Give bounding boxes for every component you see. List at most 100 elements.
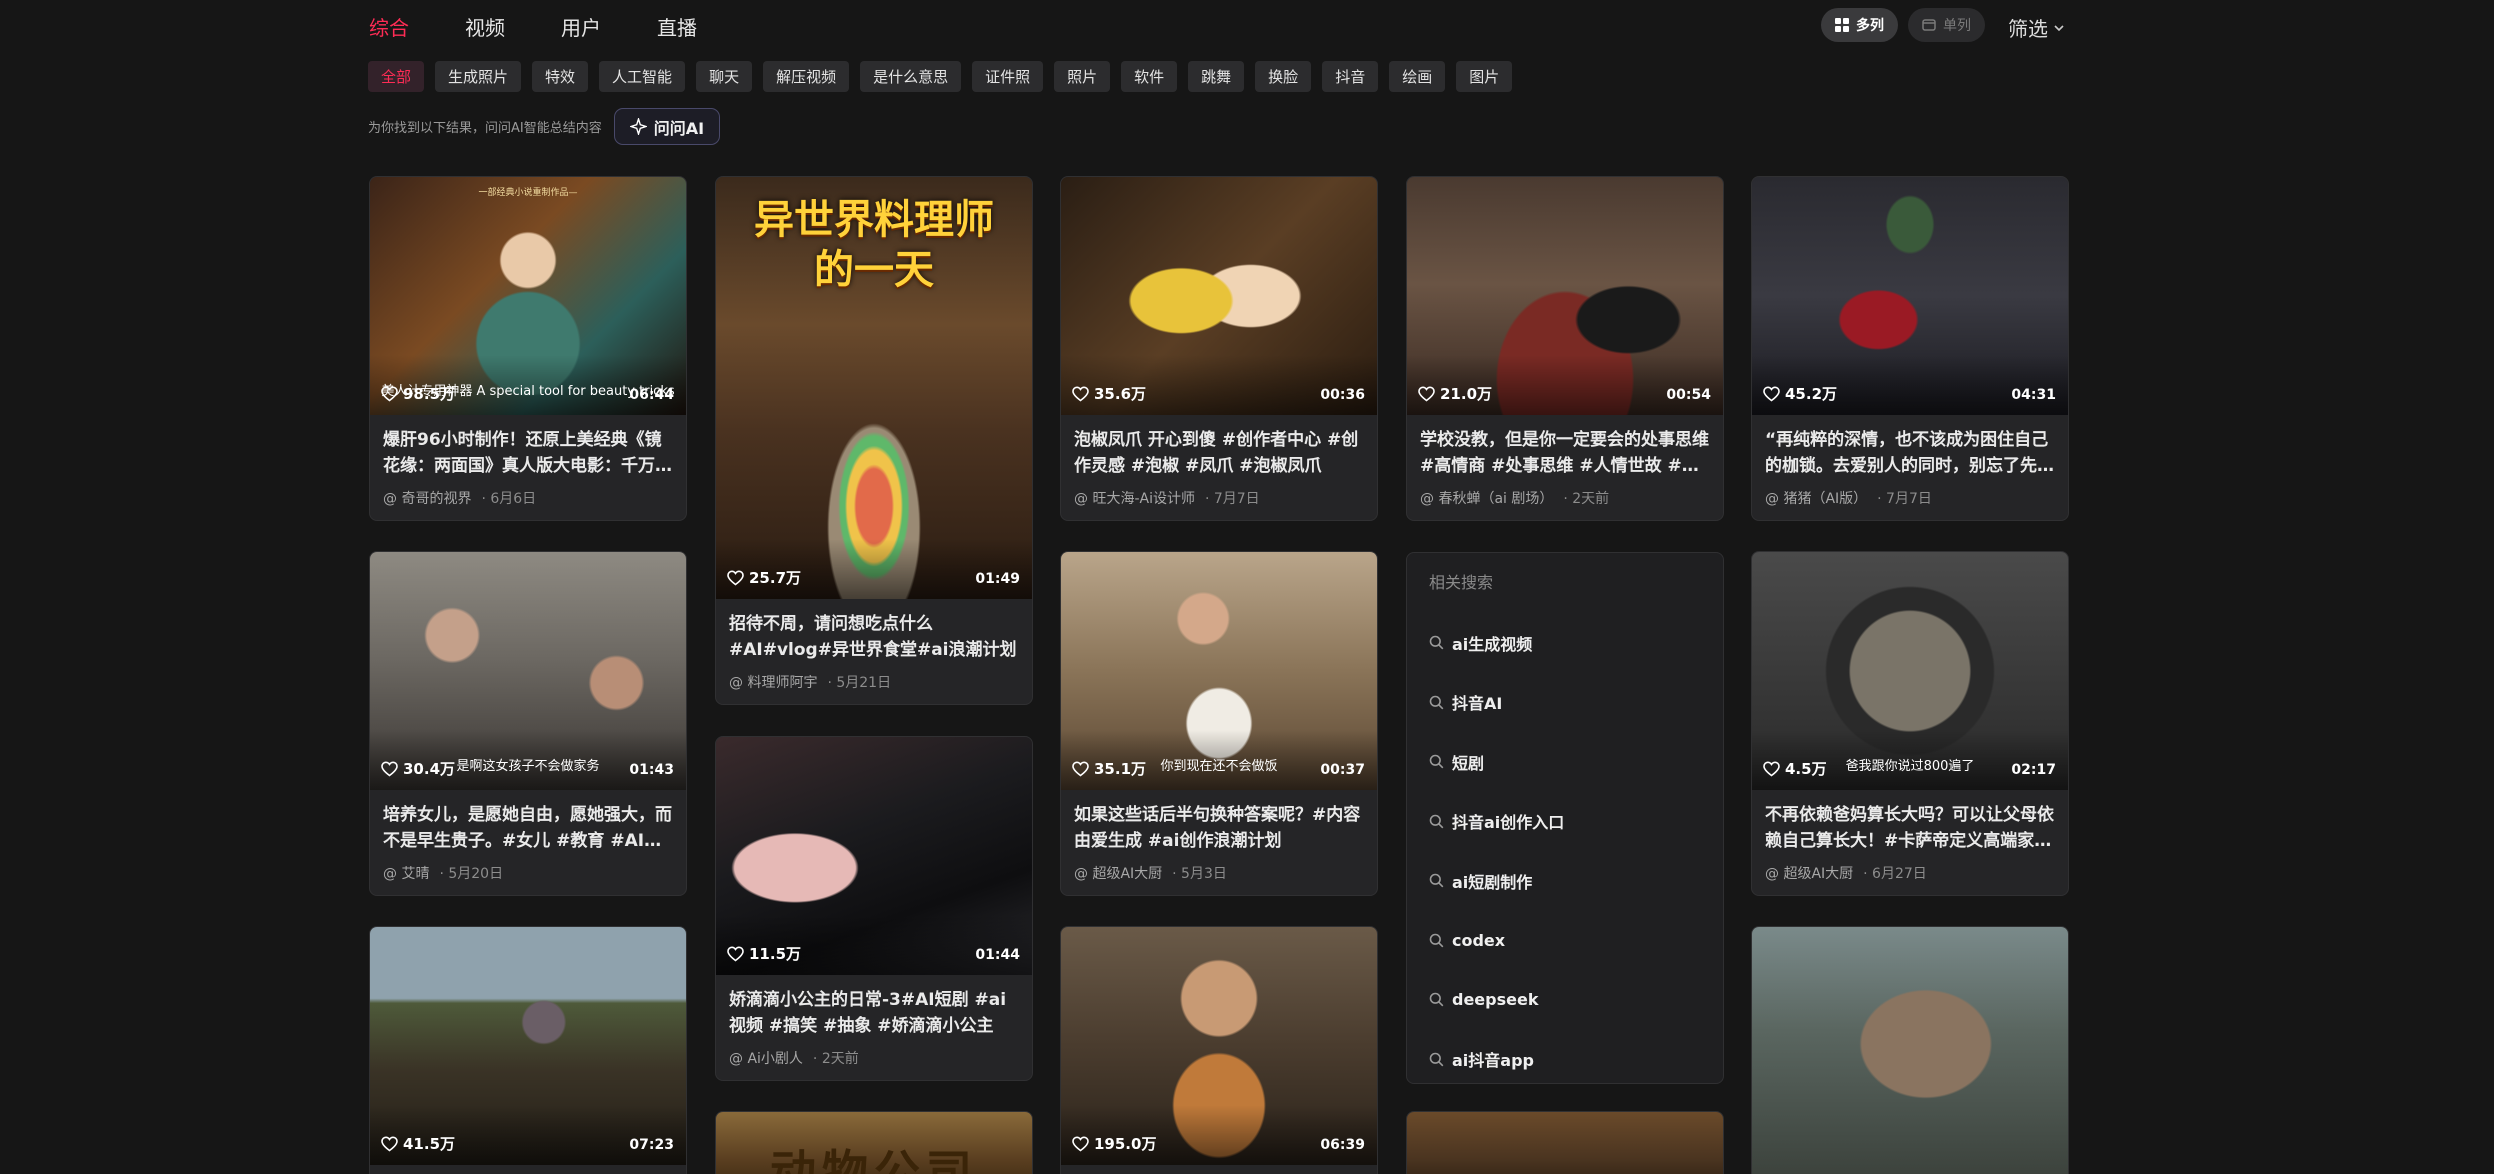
tab-video[interactable]: 视频 xyxy=(465,12,505,41)
video-date: · 7月7日 xyxy=(1204,491,1260,507)
related-search-label: 抖音ai创作入口 xyxy=(1452,813,1565,833)
video-thumbnail: 是啊这女孩子不会做家务 30.4万 01:43 xyxy=(370,552,686,790)
video-author[interactable]: @ 超级AI大厨 xyxy=(1765,863,1853,883)
video-thumbnail: 动物公司 xyxy=(716,1112,1032,1174)
video-card[interactable]: 35.6万 00:36 泡椒凤爪 开心到傻 #创作者中心 #创作灵感 #泡椒 #… xyxy=(1060,176,1378,521)
video-card[interactable]: 动物公司 xyxy=(715,1111,1033,1174)
chip[interactable]: 跳舞 xyxy=(1188,61,1245,92)
heart-icon xyxy=(1763,385,1780,401)
chip[interactable]: 绘画 xyxy=(1389,61,1446,92)
tab-all[interactable]: 综合 xyxy=(369,12,409,41)
chip[interactable]: 证件照 xyxy=(972,61,1044,92)
video-title[interactable]: 招待不周，请问想吃点什么#AI#vlog#异世界食堂#ai浪潮计划 xyxy=(729,611,1019,663)
video-thumbnail: 11.5万 01:44 xyxy=(716,737,1032,975)
chip-all[interactable]: 全部 xyxy=(368,61,425,92)
search-icon xyxy=(1429,635,1444,650)
video-author[interactable]: @ 料理师阿宇 xyxy=(729,672,817,692)
video-card[interactable]: 一部经典小说重制作品— 美人计专用神器 A special tool for b… xyxy=(369,176,687,521)
video-title[interactable]: 娇滴滴小公主的日常-3#AI短剧 #ai视频 #搞笑 #抽象 #娇滴滴小公主 xyxy=(729,987,1019,1039)
related-search-item[interactable]: 抖音AI xyxy=(1429,673,1701,733)
video-thumbnail: 一部经典小说重制作品— 美人计专用神器 A special tool for b… xyxy=(370,177,686,415)
video-title[interactable]: “再纯粹的深情，也不该成为困住自己的枷锁。去爱别人的同时，别忘了先… xyxy=(1765,427,2055,479)
video-title[interactable]: 学校没教，但是你一定要会的处事思维 #高情商 #处事思维 #人情世故 #ai短片 xyxy=(1420,427,1710,479)
video-card[interactable]: 45.2万 04:31 “再纯粹的深情，也不该成为困住自己的枷锁。去爱别人的同时… xyxy=(1751,176,2069,521)
video-title[interactable]: 泡椒凤爪 开心到傻 #创作者中心 #创作灵感 #泡椒 #凤爪 #泡椒凤爪 xyxy=(1074,427,1364,479)
chip[interactable]: 生成照片 xyxy=(435,61,522,92)
like-count: 35.6万 xyxy=(1072,383,1146,404)
video-card[interactable]: 41.5万 07:23 xyxy=(369,926,687,1174)
like-count: 30.4万 xyxy=(381,758,455,779)
like-count: 21.0万 xyxy=(1418,383,1492,404)
video-author[interactable]: @ 猪猪（AI版） xyxy=(1765,488,1867,508)
chip[interactable]: 照片 xyxy=(1054,61,1111,92)
filter-dropdown[interactable]: 筛选 xyxy=(2008,13,2064,42)
related-search-item[interactable]: 抖音ai创作入口 xyxy=(1429,792,1701,852)
chip[interactable]: 软件 xyxy=(1121,61,1178,92)
single-column-label: 单列 xyxy=(1943,18,1971,34)
video-card[interactable]: 异世界料理师的一天 25.7万 01:49 招待不周，请问想吃点什么#AI#vl… xyxy=(715,176,1033,705)
thumbnail-caption: 一部经典小说重制作品— xyxy=(478,188,578,198)
like-count: 98.5万 xyxy=(381,383,455,404)
video-card[interactable] xyxy=(1751,926,2069,1174)
chip[interactable]: 抖音 xyxy=(1322,61,1379,92)
chip[interactable]: 解压视频 xyxy=(763,61,850,92)
like-count-text: 35.1万 xyxy=(1094,760,1147,778)
like-count-text: 98.5万 xyxy=(403,385,456,403)
video-author[interactable]: @ Ai小剧人 xyxy=(729,1048,803,1068)
video-duration: 01:43 xyxy=(629,762,674,778)
chip[interactable]: 聊天 xyxy=(696,61,753,92)
multi-column-button[interactable]: 多列 xyxy=(1821,8,1898,42)
video-card[interactable]: 是啊这女孩子不会做家务 30.4万 01:43 培养女儿，是愿她自由，愿她强大，… xyxy=(369,551,687,896)
related-search-label: 短剧 xyxy=(1452,753,1485,773)
video-card[interactable]: 195.0万 06:39 xyxy=(1060,926,1378,1174)
video-duration: 04:31 xyxy=(2011,387,2056,403)
like-count: 25.7万 xyxy=(727,567,801,588)
video-card[interactable]: 21.0万 00:54 学校没教，但是你一定要会的处事思维 #高情商 #处事思维… xyxy=(1406,176,1724,521)
chip[interactable]: 图片 xyxy=(1456,61,1513,92)
related-search-item[interactable]: ai抖音app xyxy=(1429,1030,1701,1090)
video-thumbnail: 你到现在还不会做饭 35.1万 00:37 xyxy=(1061,552,1377,790)
like-count: 41.5万 xyxy=(381,1133,455,1154)
video-author[interactable]: @ 春秋蝉（ai 剧场） xyxy=(1420,488,1553,508)
like-count-text: 25.7万 xyxy=(749,569,802,587)
like-count: 195.0万 xyxy=(1072,1133,1156,1154)
video-card[interactable]: 爸我跟你说过800遍了 4.5万 02:17 不再依赖爸妈算长大吗？可以让父母依… xyxy=(1751,551,2069,896)
filter-label: 筛选 xyxy=(2008,17,2048,41)
ask-ai-button[interactable]: 问问AI xyxy=(613,108,721,145)
video-author[interactable]: @ 超级AI大厨 xyxy=(1074,863,1162,883)
chip[interactable]: 人工智能 xyxy=(599,61,686,92)
video-card[interactable] xyxy=(1406,1111,1724,1174)
tab-live[interactable]: 直播 xyxy=(657,12,697,41)
video-duration: 06:44 xyxy=(629,387,674,403)
chip[interactable]: 是什么意思 xyxy=(860,61,962,92)
related-search-item[interactable]: ai短剧制作 xyxy=(1429,851,1701,911)
related-search-item[interactable]: deepseek xyxy=(1429,970,1701,1030)
heart-icon xyxy=(1072,385,1089,401)
heart-icon xyxy=(1072,1135,1089,1151)
video-duration: 00:36 xyxy=(1320,387,1365,403)
chip[interactable]: 特效 xyxy=(532,61,589,92)
multi-column-label: 多列 xyxy=(1856,18,1884,34)
video-author[interactable]: @ 艾晴 xyxy=(383,863,429,883)
chip[interactable]: 换脸 xyxy=(1255,61,1312,92)
related-search-item[interactable]: codex xyxy=(1429,911,1701,971)
video-card[interactable]: 你到现在还不会做饭 35.1万 00:37 如果这些话后半句换种答案呢？#内容由… xyxy=(1060,551,1378,896)
related-search-label: deepseek xyxy=(1452,990,1539,1010)
video-title[interactable]: 如果这些话后半句换种答案呢？#内容由爱生成 #ai创作浪潮计划 xyxy=(1074,802,1364,854)
video-author[interactable]: @ 旺大海-Ai设计师 xyxy=(1074,488,1195,508)
video-title[interactable]: 爆肝96小时制作！还原上美经典《镜花缘：两面国》真人版大电影：千万别… xyxy=(383,427,673,479)
single-column-button[interactable]: 单列 xyxy=(1908,8,1985,42)
tab-user[interactable]: 用户 xyxy=(561,12,601,41)
video-date: · 2天前 xyxy=(1563,491,1610,507)
related-search-item[interactable]: ai生成视频 xyxy=(1429,613,1701,673)
video-title[interactable]: 不再依赖爸妈算长大吗？可以让父母依赖自己算长大！#卡萨帝定义高端家… xyxy=(1765,802,2055,854)
search-icon xyxy=(1429,695,1444,710)
video-card[interactable]: 11.5万 01:44 娇滴滴小公主的日常-3#AI短剧 #ai视频 #搞笑 #… xyxy=(715,736,1033,1081)
video-thumbnail: 45.2万 04:31 xyxy=(1752,177,2068,415)
search-icon xyxy=(1429,1052,1444,1067)
like-count: 11.5万 xyxy=(727,943,801,964)
video-title[interactable]: 培养女儿，是愿她自由，愿她强大，而不是早生贵子。#女儿 #教育 #AI #ai… xyxy=(383,802,673,854)
related-search-item[interactable]: 短剧 xyxy=(1429,732,1701,792)
like-count-text: 35.6万 xyxy=(1094,385,1147,403)
video-author[interactable]: @ 奇哥的视界 xyxy=(383,488,471,508)
